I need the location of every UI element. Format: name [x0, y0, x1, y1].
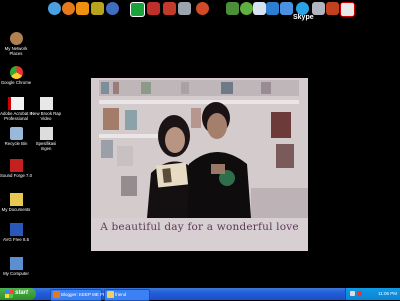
flag-icon[interactable]	[340, 2, 355, 17]
network-places-icon	[9, 32, 23, 45]
taskbar-item-blogger[interactable]: Blogger: KEEP ME FR...	[50, 289, 110, 301]
taskbar-item-label: Blogger: KEEP ME FR...	[61, 292, 110, 297]
desktop-icon-label: AVG Free 8.5	[3, 237, 29, 242]
gamehouse-icon[interactable]	[147, 2, 160, 15]
desktop-icon-label: Sound Forge 7.0	[0, 173, 33, 178]
desktop-icon-my-documents[interactable]: My Documents	[0, 193, 32, 212]
my-computer-icon	[9, 257, 23, 270]
desktop-icon-my-network-places[interactable]: My Network Places	[0, 32, 32, 56]
start-label: start	[15, 290, 29, 296]
quick-launch-toolbar: Skype	[0, 0, 400, 21]
system-tray: 11:06 PM	[345, 288, 400, 300]
desktop-icon[interactable]	[226, 2, 239, 15]
media-player-icon[interactable]	[106, 2, 119, 15]
book-icon[interactable]	[163, 2, 176, 15]
outlook-icon[interactable]	[253, 2, 266, 15]
tray-volume-icon[interactable]	[357, 291, 362, 296]
desktop-icon-label: Spesifikasi Ingen	[35, 141, 57, 151]
desktop-icon-label: New Brook Rap Video	[30, 111, 62, 121]
chrome-icon	[9, 66, 23, 79]
desktop-icon-new-brook-rap-video[interactable]: New Brook Rap Video	[30, 97, 62, 121]
avg-icon	[9, 223, 23, 236]
taskbar-item-friend[interactable]: friend	[104, 289, 150, 301]
acrobat-icon	[8, 97, 24, 110]
document-file-icon	[39, 127, 53, 140]
cd-icon[interactable]	[178, 2, 191, 15]
taskbar: start Blogger: KEEP ME FR... friend 11:0…	[0, 288, 400, 301]
photo-illustration	[91, 78, 308, 218]
desktop-icon-adobe-acrobat[interactable]: Adobe Acrobat 8 Professional	[0, 97, 32, 121]
desktop-icon-label: My Computer	[3, 271, 29, 276]
wallpaper-caption: A beautiful day for a wonderful love	[100, 221, 299, 233]
desktop-icon-avg-free[interactable]: AVG Free 8.5	[0, 223, 32, 242]
desktop-icon-label: Google Chrome	[0, 80, 32, 85]
winamp-icon[interactable]	[91, 2, 104, 15]
tray-network-icon[interactable]	[350, 291, 355, 296]
desktop-icon-label: Adobe Acrobat 8 Professional	[0, 111, 32, 121]
browser-icon	[53, 291, 60, 298]
media-icon[interactable]	[196, 2, 209, 15]
desktop-icon-sound-forge[interactable]: Sound Forge 7.0	[0, 159, 32, 178]
desktop-icon-spesifikasi[interactable]: Spesifikasi Ingen	[30, 127, 62, 151]
calendar-icon[interactable]	[266, 2, 279, 15]
desktop-icon-label: Recycle Bin	[4, 141, 28, 146]
tool-icon[interactable]	[326, 2, 339, 15]
firefox-icon[interactable]	[62, 2, 75, 15]
start-button[interactable]: start	[0, 288, 36, 300]
explorer-icon[interactable]	[280, 2, 293, 15]
windows-flag-icon	[5, 290, 13, 298]
desktop-icon-recycle-bin[interactable]: Recycle Bin	[0, 127, 32, 146]
green-app-icon[interactable]	[240, 2, 253, 15]
desktop-icon-label: My Documents	[1, 207, 31, 212]
camfrog-icon[interactable]	[130, 2, 145, 17]
wallpaper-photo: A beautiful day for a wonderful love	[91, 78, 308, 251]
clock[interactable]: 11:06 PM	[378, 291, 397, 296]
taskbar-item-label: friend	[115, 292, 127, 297]
my-documents-icon	[9, 193, 23, 206]
recycle-bin-icon	[9, 127, 23, 140]
sound-forge-icon	[9, 159, 23, 172]
vlc-icon[interactable]	[76, 2, 89, 15]
skype-label: Skype	[293, 14, 314, 21]
desktop-icon-label: My Network Places	[4, 46, 28, 56]
desktop-icon-google-chrome[interactable]: Google Chrome	[0, 66, 32, 85]
photo-image	[91, 78, 308, 218]
desktop-icon-my-computer[interactable]: My Computer	[0, 257, 32, 276]
ie-icon[interactable]	[48, 2, 61, 15]
video-file-icon	[39, 97, 53, 110]
folder-icon	[107, 291, 114, 298]
